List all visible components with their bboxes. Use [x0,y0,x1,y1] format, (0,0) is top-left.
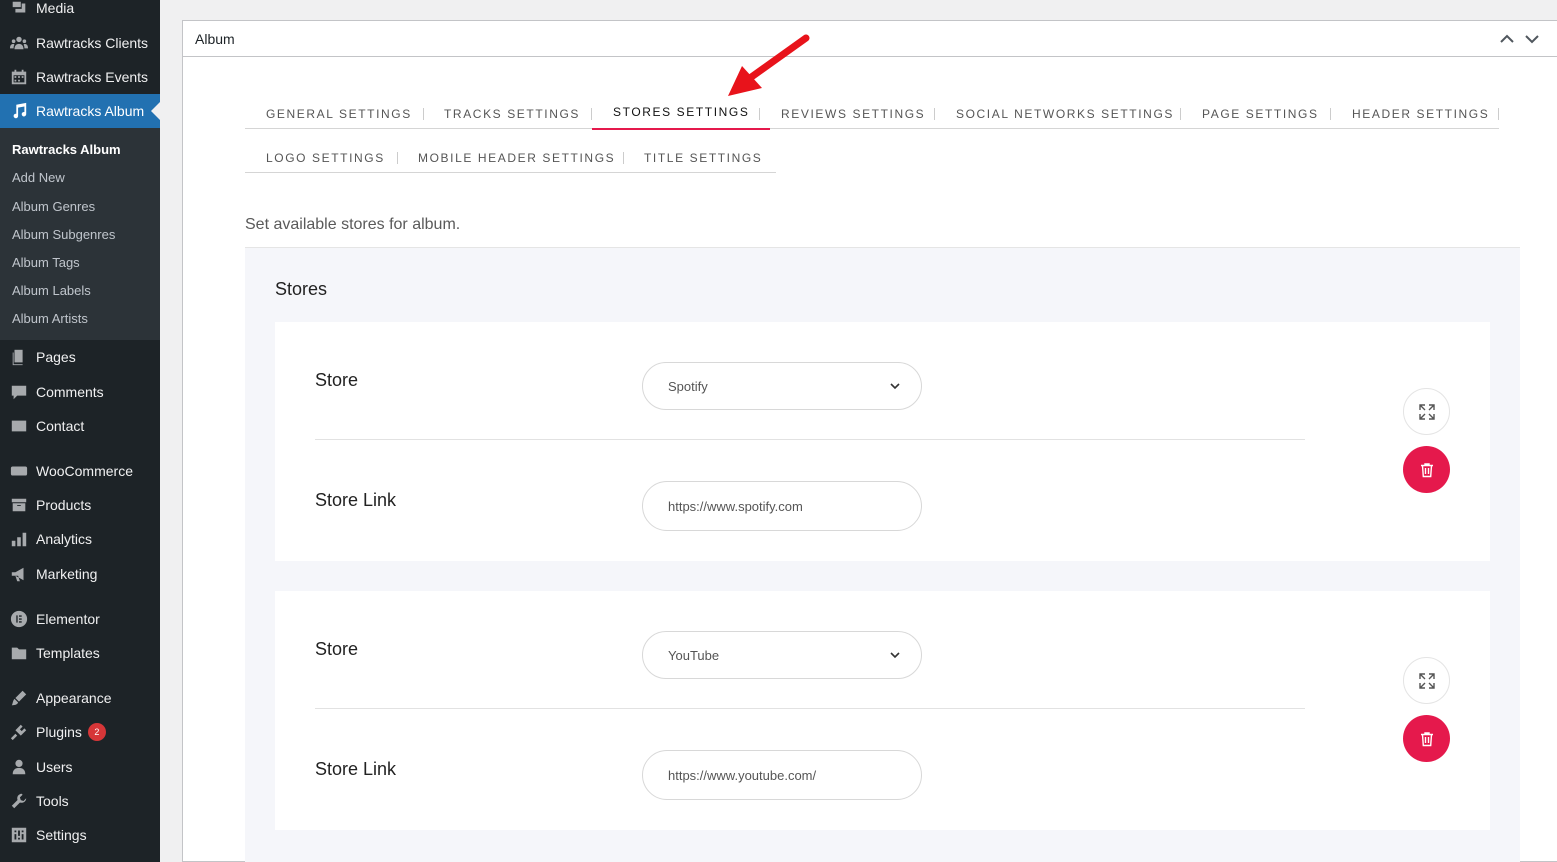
sidebar-item-marketing[interactable]: Marketing [0,557,160,591]
wrench-icon [9,791,29,811]
stores-title: Stores [275,279,328,299]
sidebar-item-woocommerce[interactable]: WooCommerce [0,454,160,488]
tab-separator [1498,108,1499,120]
sidebar-item-rawtracks-clients[interactable]: Rawtracks Clients [0,26,160,60]
tab-logo-settings[interactable]: LOGO SETTINGS [245,140,406,176]
store-card: Store Spotify Store Link https://www.spo… [275,322,1490,561]
submenu-item-album-labels[interactable]: Album Labels [12,283,91,298]
pages-icon [9,347,29,367]
chevron-down-icon [890,652,900,659]
album-submenu: Rawtracks Album Add New Album Genres Alb… [0,128,160,340]
expand-icon [1418,672,1435,689]
comments-icon [9,382,29,402]
expand-button[interactable] [1403,388,1450,435]
tab-header-settings[interactable]: HEADER SETTINGS [1331,96,1510,132]
tab-tracks-settings[interactable]: TRACKS SETTINGS [423,96,601,132]
submenu-item-album-genres[interactable]: Album Genres [12,199,95,214]
megaphone-icon [9,564,29,584]
calendar-icon [9,67,29,87]
submenu-item-rawtracks-album[interactable]: Rawtracks Album [12,142,121,157]
paintbrush-icon [9,688,29,708]
field-divider [315,708,1305,709]
tab-page-settings[interactable]: PAGE SETTINGS [1181,96,1340,132]
user-icon [9,757,29,777]
store-select-value: YouTube [668,647,720,663]
section-description: Set available stores for album. [245,216,461,233]
move-down-icon[interactable] [1522,29,1542,49]
email-icon [9,416,29,436]
field-divider [315,439,1305,440]
groups-icon [9,33,29,53]
delete-button[interactable] [1403,715,1450,762]
store-link-input[interactable]: https://www.youtube.com/ [642,750,922,800]
folder-icon [9,643,29,663]
store-label: Store [315,370,359,390]
sidebar-item-tools[interactable]: Tools [0,784,160,818]
annotation-arrow-icon [728,34,810,96]
album-metabox: Album GENERAL SETTINGS TRACKS SETTINGS S… [182,20,1557,862]
metabox-header: Album [183,21,1557,57]
sidebar-item-templates[interactable]: Templates [0,636,160,670]
move-up-icon[interactable] [1497,29,1517,49]
submenu-item-album-tags[interactable]: Album Tags [12,255,80,270]
tab-title-settings[interactable]: TITLE SETTINGS [623,140,783,176]
sidebar-item-contact[interactable]: Contact [0,409,160,443]
metabox-title: Album [195,31,235,47]
elementor-icon [9,609,29,629]
media-icon [9,0,29,18]
trash-icon [1420,462,1433,477]
plugin-icon [9,722,29,742]
expand-icon [1418,403,1435,420]
sidebar-item-media[interactable]: Media [0,0,160,25]
delete-button[interactable] [1403,446,1450,493]
store-select[interactable]: Spotify [642,362,922,410]
submenu-item-album-artists[interactable]: Album Artists [12,311,88,326]
admin-sidebar: Rawtracks Album Add New Album Genres Alb… [0,0,160,862]
plugins-update-badge: 2 [87,723,106,741]
sidebar-item-users[interactable]: Users [0,750,160,784]
archive-icon [9,495,29,515]
store-link-input[interactable]: https://www.spotify.com [642,481,922,531]
sidebar-item-settings[interactable]: Settings [0,818,160,852]
settings-icon [9,825,29,845]
store-link-label: Store Link [315,490,397,510]
sidebar-item-pages[interactable]: Pages [0,340,160,374]
store-label: Store [315,639,359,659]
store-card: Store YouTube Store Link https://www.you… [275,591,1490,830]
sidebar-item-appearance[interactable]: Appearance [0,681,160,715]
music-note-icon [9,101,29,121]
trash-icon [1420,731,1433,746]
tab-mobile-header-settings[interactable]: MOBILE HEADER SETTINGS [397,140,636,176]
woo-icon [9,461,29,481]
chevron-down-icon [890,383,900,390]
sidebar-item-plugins[interactable]: Plugins 2 [0,715,160,749]
sidebar-item-rawtracks-events[interactable]: Rawtracks Events [0,60,160,94]
submenu-item-album-subgenres[interactable]: Album Subgenres [12,227,115,242]
tab-general-settings[interactable]: GENERAL SETTINGS [245,96,433,132]
sidebar-item-elementor[interactable]: Elementor [0,602,160,636]
sidebar-item-products[interactable]: Products [0,488,160,522]
expand-button[interactable] [1403,657,1450,704]
sidebar-item-comments[interactable]: Comments [0,375,160,409]
tab-social-networks-settings[interactable]: SOCIAL NETWORKS SETTINGS [935,96,1195,132]
store-link-label: Store Link [315,759,397,779]
sidebar-item-rawtracks-album[interactable]: Rawtracks Album [0,94,160,128]
stores-repeater: Stores Store Spotify Store Link https://… [245,247,1520,862]
chart-bar-icon [9,529,29,549]
sidebar-item-analytics[interactable]: Analytics [0,522,160,556]
submenu-item-add-new[interactable]: Add New [12,170,65,185]
store-select[interactable]: YouTube [642,631,922,679]
store-select-value: Spotify [668,378,708,394]
